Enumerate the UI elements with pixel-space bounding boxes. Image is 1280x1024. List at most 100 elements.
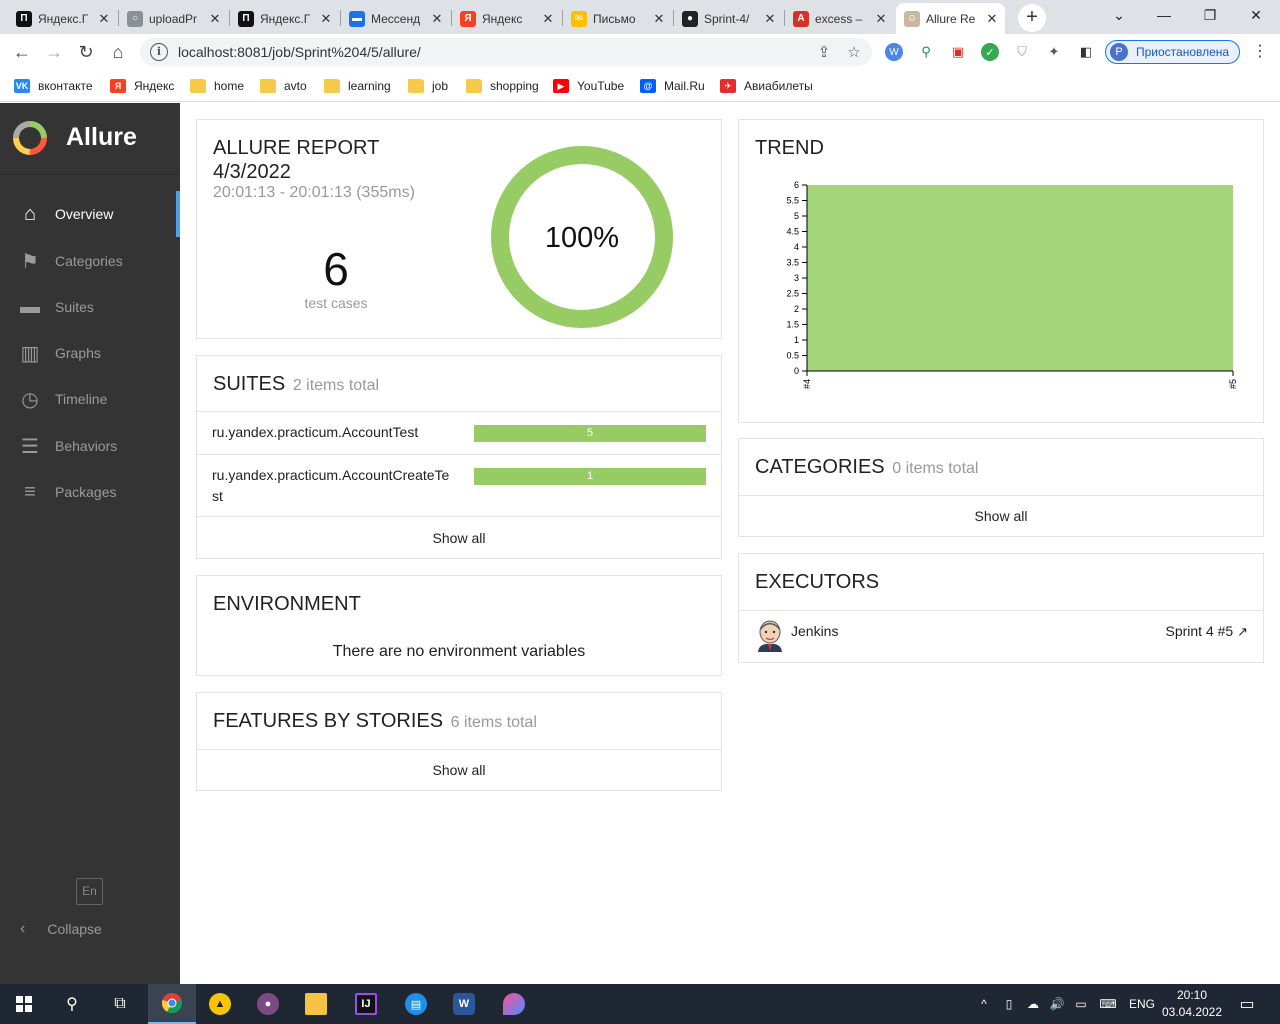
reload-icon[interactable]: ↻ [72,38,100,66]
close-window-icon[interactable]: ✕ [1233,0,1279,30]
address-url[interactable]: localhost:8081/job/Sprint%204/5/allure/ [178,44,812,60]
bookmark-item[interactable]: @ Mail.Ru [640,77,705,95]
sidebar-item-categories[interactable]: ⚑ Categories [0,238,180,284]
trend-chart[interactable]: 0 0.5 1 1.5 2 2.5 3 3.5 4 4.5 5 5.5 6 #4 #5 [755,175,1249,395]
tray-cloud-icon[interactable]: ☁ [1022,984,1044,1024]
taskbar-file-explorer-icon[interactable] [292,984,340,1024]
close-tab-icon[interactable]: ✕ [430,11,444,27]
close-tab-icon[interactable]: ✕ [541,11,555,27]
bookmark-star-icon[interactable]: ☆ [842,43,866,61]
bookmark-item[interactable]: home [190,77,244,95]
tray-keyboard-icon[interactable]: ⌨ [1094,984,1122,1024]
bookmark-item[interactable]: Я Яндекс [110,77,174,95]
suite-name[interactable]: ru.yandex.practicum.AccountCreateTest [212,465,452,507]
taskbar-chrome-icon[interactable] [148,984,196,1024]
suites-title[interactable]: SUITES 2 items total [213,373,379,396]
home-icon[interactable]: ⌂ [104,38,132,66]
browser-tab[interactable]: ☺ Allure Re ✕ [896,3,1005,34]
bookmark-item[interactable]: job [408,77,448,95]
extension-shield-icon[interactable]: ⛉ [1013,43,1031,61]
restore-window-icon[interactable]: ❐ [1187,0,1233,30]
extension-map-pin-icon[interactable]: ⚲ [917,43,935,61]
executor-build-link[interactable]: Sprint 4 #5 ↗ [1165,623,1248,640]
suite-row[interactable]: ru.yandex.practicum.AccountTest 5 [197,411,721,454]
sidebar-item-overview[interactable]: ⌂ Overview [0,191,180,237]
taskbar-plum-app-icon[interactable]: ● [244,984,292,1024]
suite-status-bar[interactable]: 5 [474,425,706,442]
trend-area-passed[interactable] [807,185,1233,371]
features-show-all-link[interactable]: Show all [197,762,721,778]
minimize-window-icon[interactable]: — [1141,0,1187,30]
site-info-icon[interactable]: i [150,43,168,61]
features-title[interactable]: FEATURES BY STORIES 6 items total [213,710,537,733]
bookmark-item[interactable]: ▶ YouTube [553,77,624,95]
forward-arrow-icon[interactable]: → [40,38,68,66]
extension-wordpress-icon[interactable]: W [885,43,903,61]
show-hidden-icons-icon[interactable]: ^ [974,984,994,1024]
browser-tab[interactable]: ○ uploadPr ✕ [119,3,228,34]
browser-tab[interactable]: Aexcess – ✕ [785,3,894,34]
bookmark-item[interactable]: ✈ Авиабилеты [720,77,813,95]
sidebar-item-behaviors[interactable]: ☰ Behaviors [0,423,180,469]
sidebar-item-packages[interactable]: ≡ Packages [0,469,180,515]
back-arrow-icon[interactable]: ← [8,38,36,66]
close-tab-icon[interactable]: ✕ [319,11,333,27]
sidebar-item-graphs[interactable]: ▥ Graphs [0,330,180,376]
task-view-icon[interactable]: ⧉ [96,984,144,1024]
trend-title[interactable]: TREND [755,137,824,160]
suite-name[interactable]: ru.yandex.practicum.AccountTest [212,422,452,443]
browser-menu-icon[interactable]: ⋮ [1250,42,1270,62]
sidebar-item-timeline[interactable]: ◷ Timeline [0,376,180,422]
close-tab-icon[interactable]: ✕ [874,11,888,27]
close-tab-icon[interactable]: ✕ [763,11,777,27]
categories-show-all-link[interactable]: Show all [739,508,1263,524]
features-widget: FEATURES BY STORIES 6 items total Show a… [196,692,722,791]
bookmark-item[interactable]: VK вконтакте [14,77,93,95]
tray-volume-icon[interactable]: 🔊 [1046,984,1068,1024]
close-tab-icon[interactable]: ✕ [652,11,666,27]
language-selector[interactable]: En [76,878,103,905]
taskbar-docker-icon[interactable]: ▤ [392,984,440,1024]
close-tab-icon[interactable]: ✕ [208,11,222,27]
notifications-icon[interactable]: ▭ [1232,984,1262,1024]
taskbar-word-icon[interactable]: W [440,984,488,1024]
close-tab-icon[interactable]: ✕ [97,11,111,27]
brand[interactable]: Allure [0,103,180,175]
browser-tab[interactable]: ● Sprint-4/ ✕ [674,3,783,34]
browser-tab[interactable]: ✉ Письмо ✕ [563,3,672,34]
browser-tab[interactable]: П Яндекс.Г ✕ [8,3,117,34]
new-tab-button[interactable]: + [1018,4,1046,32]
suites-show-all-link[interactable]: Show all [197,530,721,546]
address-bar[interactable]: i localhost:8081/job/Sprint%204/5/allure… [140,38,872,66]
bookmark-item[interactable]: shopping [466,77,539,95]
windows-start-icon[interactable] [0,984,48,1024]
suite-status-bar[interactable]: 1 [474,468,706,485]
extension-shield-check-icon[interactable]: ✓ [981,43,999,61]
jenkins-icon: ☺ [904,10,920,27]
browser-tab[interactable]: Я Яндекс ✕ [452,3,561,34]
pass-rate-donut[interactable]: 100% [490,145,674,329]
tab-search-icon[interactable]: ⌄ [1096,0,1142,30]
share-icon[interactable]: ⇪ [812,43,836,61]
browser-tab[interactable]: П Яндекс.Г ✕ [230,3,339,34]
tray-language[interactable]: ENG [1126,984,1158,1024]
taskbar-warning-app-icon[interactable]: ▲ [196,984,244,1024]
search-icon[interactable]: ⚲ [48,984,96,1024]
bookmark-item[interactable]: learning [324,77,391,95]
side-panel-icon[interactable]: ◧ [1077,43,1095,61]
suite-row[interactable]: ru.yandex.practicum.AccountCreateTest 1 [197,454,721,517]
browser-tab[interactable]: ▬ Мессенд ✕ [341,3,450,34]
extension-screen-icon[interactable]: ▣ [949,43,967,61]
sidebar-item-suites[interactable]: ▬ Suites [0,284,180,330]
bookmark-item[interactable]: avto [260,77,307,95]
taskbar-clock[interactable]: 20:10 03.04.2022 [1160,987,1224,1021]
taskbar-intellij-icon[interactable]: IJ [342,984,390,1024]
profile-button[interactable]: P Приостановлена [1105,40,1241,64]
tray-network-icon[interactable]: ▭ [1070,984,1092,1024]
collapse-button[interactable]: ‹ Collapse [0,915,180,943]
close-tab-icon[interactable]: ✕ [985,11,999,27]
extensions-puzzle-icon[interactable]: ✦ [1045,43,1063,61]
categories-title[interactable]: CATEGORIES 0 items total [755,456,978,479]
tray-device-icon[interactable]: ▯ [998,984,1020,1024]
taskbar-paint-app-icon[interactable] [490,984,538,1024]
